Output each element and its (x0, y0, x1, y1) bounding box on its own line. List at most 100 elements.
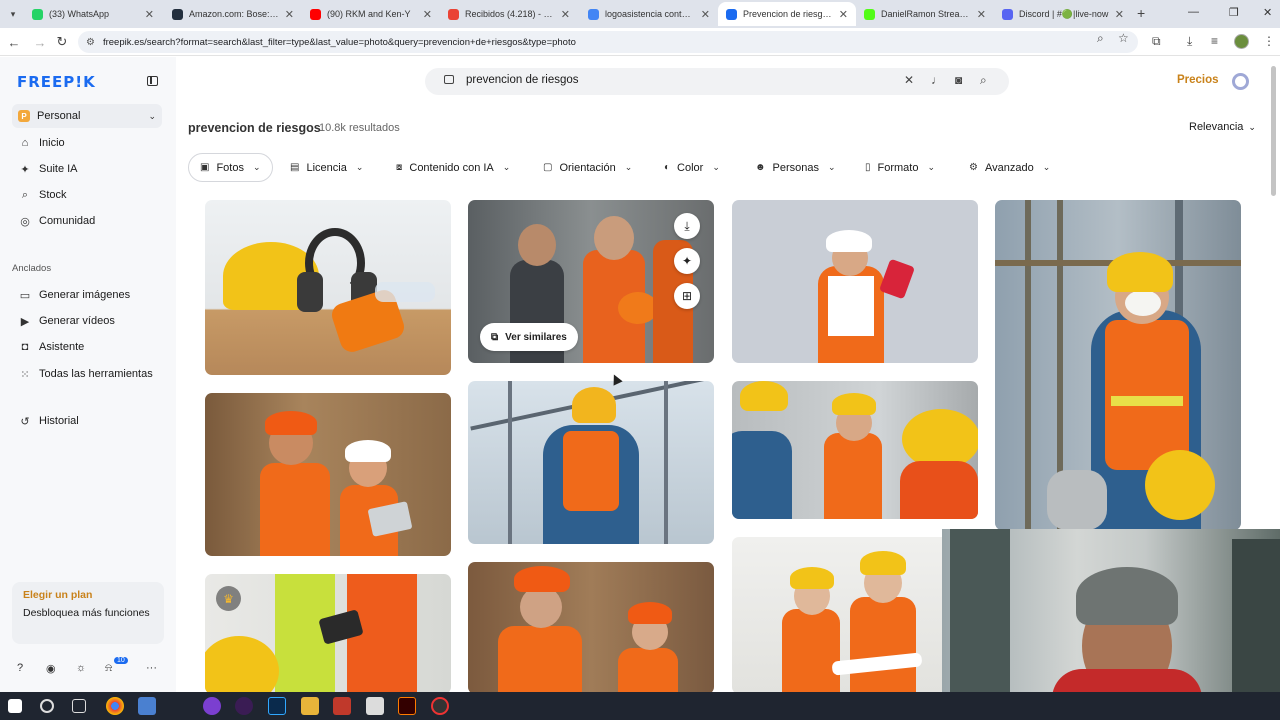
sidebar-item-historial[interactable]: ↺ Historial (12, 410, 162, 432)
tab-amazon[interactable]: Amazon.com: Bose: OFER ✕ (164, 2, 302, 26)
edit-ai-icon[interactable]: ✦ (674, 248, 700, 274)
filter-avanzado[interactable]: ⚙ Avanzado ⌄ (958, 153, 1061, 182)
workspace-selector[interactable]: P Personal ⌄ (12, 104, 162, 128)
photo-result[interactable] (732, 200, 978, 363)
sidebar-item-generar-imagenes[interactable]: ▭ Generar imágenes (12, 284, 162, 306)
obs-taskbar-icon[interactable] (431, 697, 449, 715)
close-icon[interactable]: ✕ (839, 8, 848, 21)
close-icon[interactable]: ✕ (285, 8, 294, 21)
filter-orientacion[interactable]: ▢ Orientación ⌄ (532, 153, 643, 182)
photo-result[interactable]: ♛ (205, 574, 451, 694)
photo-result[interactable] (732, 381, 978, 519)
camera-icon[interactable]: ◙ (955, 73, 962, 87)
clear-search-icon[interactable]: ✕ (904, 73, 914, 87)
back-icon[interactable]: ← (5, 33, 23, 51)
download-icon[interactable]: ⤓ (674, 213, 700, 239)
close-icon[interactable]: ✕ (145, 8, 154, 21)
app-taskbar-icon[interactable] (203, 697, 221, 715)
tab-whatsapp[interactable]: (33) WhatsApp ✕ (24, 2, 162, 26)
view-similar-button[interactable]: ⧉ Ver similares (480, 323, 578, 351)
grid-icon: ⁙ (20, 368, 30, 381)
app-taskbar-icon[interactable] (138, 697, 156, 715)
filter-color[interactable]: ◐ Color ⌄ (653, 153, 731, 182)
close-icon[interactable]: ✕ (561, 8, 570, 21)
file-explorer-icon[interactable] (301, 697, 319, 715)
pricing-link[interactable]: Precios (1177, 74, 1219, 86)
app-taskbar-icon[interactable] (333, 697, 351, 715)
photoshop-taskbar-icon[interactable] (268, 697, 286, 715)
media-controls-icon[interactable]: ≡ (1211, 34, 1218, 48)
save-collection-icon[interactable]: ⊞ (674, 283, 700, 309)
photo-result[interactable] (468, 562, 714, 694)
help-icon[interactable]: ? (17, 662, 23, 674)
sidebar-item-suite-ia[interactable]: ✦ Suite IA (12, 158, 162, 180)
webcam-overlay (942, 529, 1280, 692)
maximize-icon[interactable]: ❐ (1229, 6, 1239, 19)
close-icon[interactable]: ✕ (977, 8, 986, 21)
tab-google[interactable]: logoasistencia contabilida ✕ (580, 2, 718, 26)
close-icon[interactable]: ✕ (1115, 8, 1124, 21)
reload-icon[interactable]: ↻ (53, 33, 71, 51)
sidebar-item-todas-herramientas[interactable]: ⁙ Todas las herramientas (12, 363, 162, 385)
address-bar[interactable]: ⚙ freepik.es/search?format=search&last_f… (78, 31, 1138, 53)
photo-result[interactable] (995, 200, 1241, 530)
illustrator-taskbar-icon[interactable] (398, 697, 416, 715)
freepik-logo[interactable]: FREEP!K (17, 73, 96, 91)
tab-discord[interactable]: Discord | #🟢|live-now ✕ (994, 2, 1132, 26)
user-avatar[interactable] (1232, 73, 1249, 90)
browser-menu-icon[interactable]: ⋮ (1263, 34, 1275, 48)
sidebar-item-stock[interactable]: ⌕ Stock (12, 184, 162, 206)
close-icon[interactable]: ✕ (423, 8, 432, 21)
filter-licencia[interactable]: ▤ Licencia ⌄ (279, 153, 374, 182)
download-icon[interactable]: ⤓ (1187, 34, 1192, 49)
site-info-icon[interactable]: ⚙ (86, 37, 95, 48)
search-icon[interactable]: ⌕ (980, 73, 987, 88)
search-input[interactable]: prevencion de riesgos (466, 74, 579, 86)
notifications-bell-icon[interactable]: ⍾ (105, 662, 112, 675)
discord-icon[interactable]: ◉ (46, 662, 56, 675)
more-icon[interactable]: ··· (146, 662, 157, 674)
app-taskbar-icon[interactable] (235, 697, 253, 715)
tab-search-icon[interactable]: ▾ (4, 5, 22, 23)
chrome-taskbar-icon[interactable] (106, 697, 124, 715)
filter-contenido-ia[interactable]: ⧇ Contenido con IA ⌄ (385, 153, 521, 182)
filter-personas[interactable]: ☻ Personas ⌄ (744, 153, 847, 182)
photo-result[interactable] (205, 200, 451, 375)
filter-fotos[interactable]: ▣ Fotos ⌄ (188, 153, 273, 182)
zoom-icon[interactable]: ⌕ (1097, 31, 1104, 46)
close-icon[interactable]: ✕ (701, 8, 710, 21)
app-taskbar-icon[interactable] (366, 697, 384, 715)
tab-youtube[interactable]: (90) RKM and Ken-Y ✕ (302, 2, 440, 26)
taskbar-search-icon[interactable] (40, 699, 54, 713)
photo-result[interactable] (205, 393, 451, 556)
bookmark-star-icon[interactable]: ☆ (1118, 31, 1129, 45)
microphone-icon[interactable]: ♩ (931, 73, 943, 87)
tab-kick[interactable]: DanielRamon Stream - W ✕ (856, 2, 994, 26)
page-scrollbar[interactable] (1271, 66, 1276, 196)
minimize-icon[interactable]: — (1188, 6, 1199, 18)
theme-sun-icon[interactable]: ☼ (76, 662, 86, 674)
sidebar-item-label: Stock (39, 189, 67, 201)
sidebar-collapse-icon[interactable] (147, 76, 158, 86)
window-close-icon[interactable]: ✕ (1263, 6, 1272, 19)
sidebar-item-asistente[interactable]: ◘ Asistente (12, 336, 162, 358)
tab-gmail[interactable]: Recibidos (4.218) - daniel ✕ (440, 2, 578, 26)
browser-profile-avatar[interactable] (1234, 34, 1249, 49)
search-bar[interactable]: prevencion de riesgos ✕ ♩ ◙ ⌕ (425, 68, 1009, 95)
photo-result[interactable] (468, 381, 714, 544)
filter-formato[interactable]: ▯ Formato ⌄ (854, 153, 946, 182)
task-view-icon[interactable] (72, 699, 86, 713)
sidebar-item-generar-videos[interactable]: ▶ Generar vídeos (12, 310, 162, 332)
sidebar-item-inicio[interactable]: ⌂ Inicio (12, 132, 162, 154)
sidebar-item-comunidad[interactable]: ◎ Comunidad (12, 210, 162, 232)
extensions-icon[interactable]: ⧉ (1152, 34, 1161, 49)
new-tab-button[interactable]: + (1137, 5, 1145, 21)
tab-freepik-active[interactable]: Prevencion de riesgos Fot ✕ (718, 2, 856, 26)
photo-result-hovered[interactable]: ⤓ ✦ ⊞ ⧉ Ver similares (468, 200, 714, 363)
windows-start-icon[interactable] (8, 699, 22, 713)
sidebar-item-label: Generar imágenes (39, 289, 131, 301)
sort-dropdown[interactable]: Relevancia ⌄ (1189, 121, 1256, 133)
image-search-type-icon[interactable] (444, 75, 454, 84)
upgrade-plan-card[interactable]: Elegir un plan Desbloquea más funciones (12, 582, 164, 644)
forward-icon[interactable]: → (31, 33, 49, 51)
